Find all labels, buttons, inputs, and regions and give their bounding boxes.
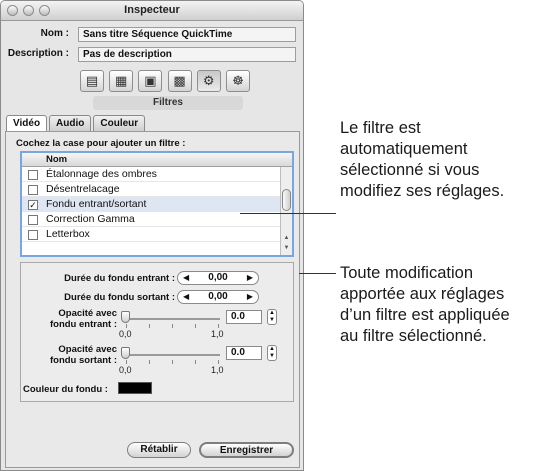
title-bar[interactable]: Inspecteur: [1, 1, 303, 21]
fade-out-duration-label: Durée du fondu sortant :: [64, 292, 175, 303]
fade-in-duration-value: 0,00: [208, 272, 228, 283]
callout-bottom-leader: [299, 273, 336, 274]
filter-checkbox-checked[interactable]: ✓: [28, 200, 38, 210]
filters-icon[interactable]: ⚙: [196, 70, 221, 92]
tab-audio[interactable]: Audio: [49, 115, 92, 131]
slider-max-label: 1,0: [211, 329, 224, 339]
scroll-up-icon[interactable]: ▲: [281, 235, 292, 245]
list-item[interactable]: Letterbox: [22, 227, 292, 242]
slider-knob[interactable]: [121, 311, 130, 323]
list-item[interactable]: Étalonnage des ombres: [22, 167, 292, 182]
tick: [172, 360, 173, 364]
video-panel: Cochez la case pour ajouter un filtre : …: [5, 131, 300, 468]
increment-icon[interactable]: ▶: [247, 272, 253, 284]
revert-button[interactable]: Rétablir: [127, 442, 191, 458]
fade-in-duration-stepper[interactable]: ◀ 0,00 ▶: [177, 271, 259, 285]
fade-out-opacity-value[interactable]: 0.0: [226, 346, 262, 360]
callout-bottom-line: au filtre sélectionné.: [340, 327, 487, 345]
callout-top-line: modifiez ses réglages.: [340, 182, 505, 200]
tick: [126, 360, 127, 364]
filter-name: Fondu entrant/sortant: [46, 198, 147, 210]
tick: [126, 324, 127, 328]
filter-checkbox[interactable]: [28, 170, 38, 180]
list-scrollbar[interactable]: ▲ ▼: [280, 167, 292, 255]
filter-name: Letterbox: [46, 228, 90, 240]
callout-bottom-line: apportée aux réglages: [340, 285, 505, 303]
fade-in-opacity-value[interactable]: 0.0: [226, 310, 262, 324]
callout-bottom-line: d’un filtre est appliquée: [340, 306, 510, 324]
slider-min-label: 0,0: [119, 329, 132, 339]
name-field[interactable]: Sans titre Séquence QuickTime: [78, 27, 296, 42]
filter-name: Correction Gamma: [46, 213, 135, 225]
name-label: Nom :: [40, 28, 69, 39]
inspector-toolbar: ▤ ▦ ▣ ▩ ⚙ ☸: [78, 69, 252, 93]
filter-hint: Cochez la case pour ajouter un filtre :: [16, 138, 186, 149]
section-label: Filtres: [93, 96, 243, 110]
description-label: Description :: [7, 48, 69, 59]
tick: [149, 360, 150, 364]
gear-icon[interactable]: ☸: [225, 70, 250, 92]
filter-name: Étalonnage des ombres: [46, 168, 157, 180]
fade-in-opacity-spinner[interactable]: ▲ ▼: [267, 309, 277, 325]
window-title: Inspecteur: [124, 4, 180, 16]
video-settings-icon[interactable]: ▦: [109, 70, 134, 92]
filter-parameters: Durée du fondu entrant : ◀ 0,00 ▶ Durée …: [20, 262, 294, 402]
scroll-down-icon[interactable]: ▼: [281, 245, 292, 255]
callout-bottom-line: Toute modification: [340, 264, 473, 282]
list-item[interactable]: Correction Gamma: [22, 212, 292, 227]
fade-in-opacity-label-2: fondu entrant :: [49, 319, 117, 330]
filter-list[interactable]: Nom Étalonnage des ombres Désentrelacage…: [20, 151, 294, 257]
callout-top-leader: [240, 213, 336, 214]
decrement-icon[interactable]: ◀: [183, 272, 189, 284]
description-field[interactable]: Pas de description: [78, 47, 296, 62]
layers-icon[interactable]: ▩: [167, 70, 192, 92]
fade-out-opacity-slider[interactable]: [126, 354, 220, 356]
filter-checkbox[interactable]: [28, 185, 38, 195]
tab-color[interactable]: Couleur: [93, 115, 146, 131]
photo-icon[interactable]: ▣: [138, 70, 163, 92]
filter-checkbox[interactable]: [28, 215, 38, 225]
callout-bottom: Toute modification apportée aux réglages…: [340, 263, 510, 347]
fade-out-opacity-label-1: Opacité avec: [58, 344, 117, 355]
tick: [195, 360, 196, 364]
tick: [172, 324, 173, 328]
fade-out-duration-value: 0,00: [208, 291, 228, 302]
callout-top-line: Le filtre est: [340, 119, 421, 137]
slider-max-label: 1,0: [211, 365, 224, 375]
slider-knob[interactable]: [121, 347, 130, 359]
list-item[interactable]: Désentrelacage: [22, 182, 292, 197]
inspector-window: Inspecteur Nom : Sans titre Séquence Qui…: [0, 0, 304, 471]
general-icon[interactable]: ▤: [80, 70, 104, 92]
save-button[interactable]: Enregistrer: [199, 442, 294, 458]
tick: [149, 324, 150, 328]
fade-color-label: Couleur du fondu :: [23, 384, 108, 395]
filter-name: Désentrelacage: [46, 183, 120, 195]
tick: [195, 324, 196, 328]
tab-video[interactable]: Vidéo: [6, 115, 48, 131]
decrement-icon[interactable]: ◀: [183, 291, 189, 303]
fade-out-opacity-label-2: fondu sortant :: [49, 355, 117, 366]
callout-top: Le filtre est automatiquement sélectionn…: [340, 118, 504, 202]
fade-out-duration-stepper[interactable]: ◀ 0,00 ▶: [177, 290, 259, 304]
tick: [218, 360, 219, 364]
tab-bar: Vidéo Audio Couleur: [6, 115, 146, 131]
callout-top-line: sélectionné si vous: [340, 161, 480, 179]
callout-top-line: automatiquement: [340, 140, 468, 158]
scroll-thumb[interactable]: [282, 189, 291, 211]
increment-icon[interactable]: ▶: [247, 291, 253, 303]
fade-in-opacity-label-1: Opacité avec: [58, 308, 117, 319]
slider-min-label: 0,0: [119, 365, 132, 375]
fade-in-opacity-slider[interactable]: [126, 318, 220, 320]
fade-color-swatch[interactable]: [118, 382, 152, 394]
fade-in-duration-label: Durée du fondu entrant :: [64, 273, 175, 284]
tick: [218, 324, 219, 328]
fade-out-opacity-spinner[interactable]: ▲ ▼: [267, 345, 277, 361]
column-header-name[interactable]: Nom: [22, 153, 292, 167]
list-item-selected[interactable]: ✓ Fondu entrant/sortant: [22, 197, 292, 212]
filter-checkbox[interactable]: [28, 230, 38, 240]
